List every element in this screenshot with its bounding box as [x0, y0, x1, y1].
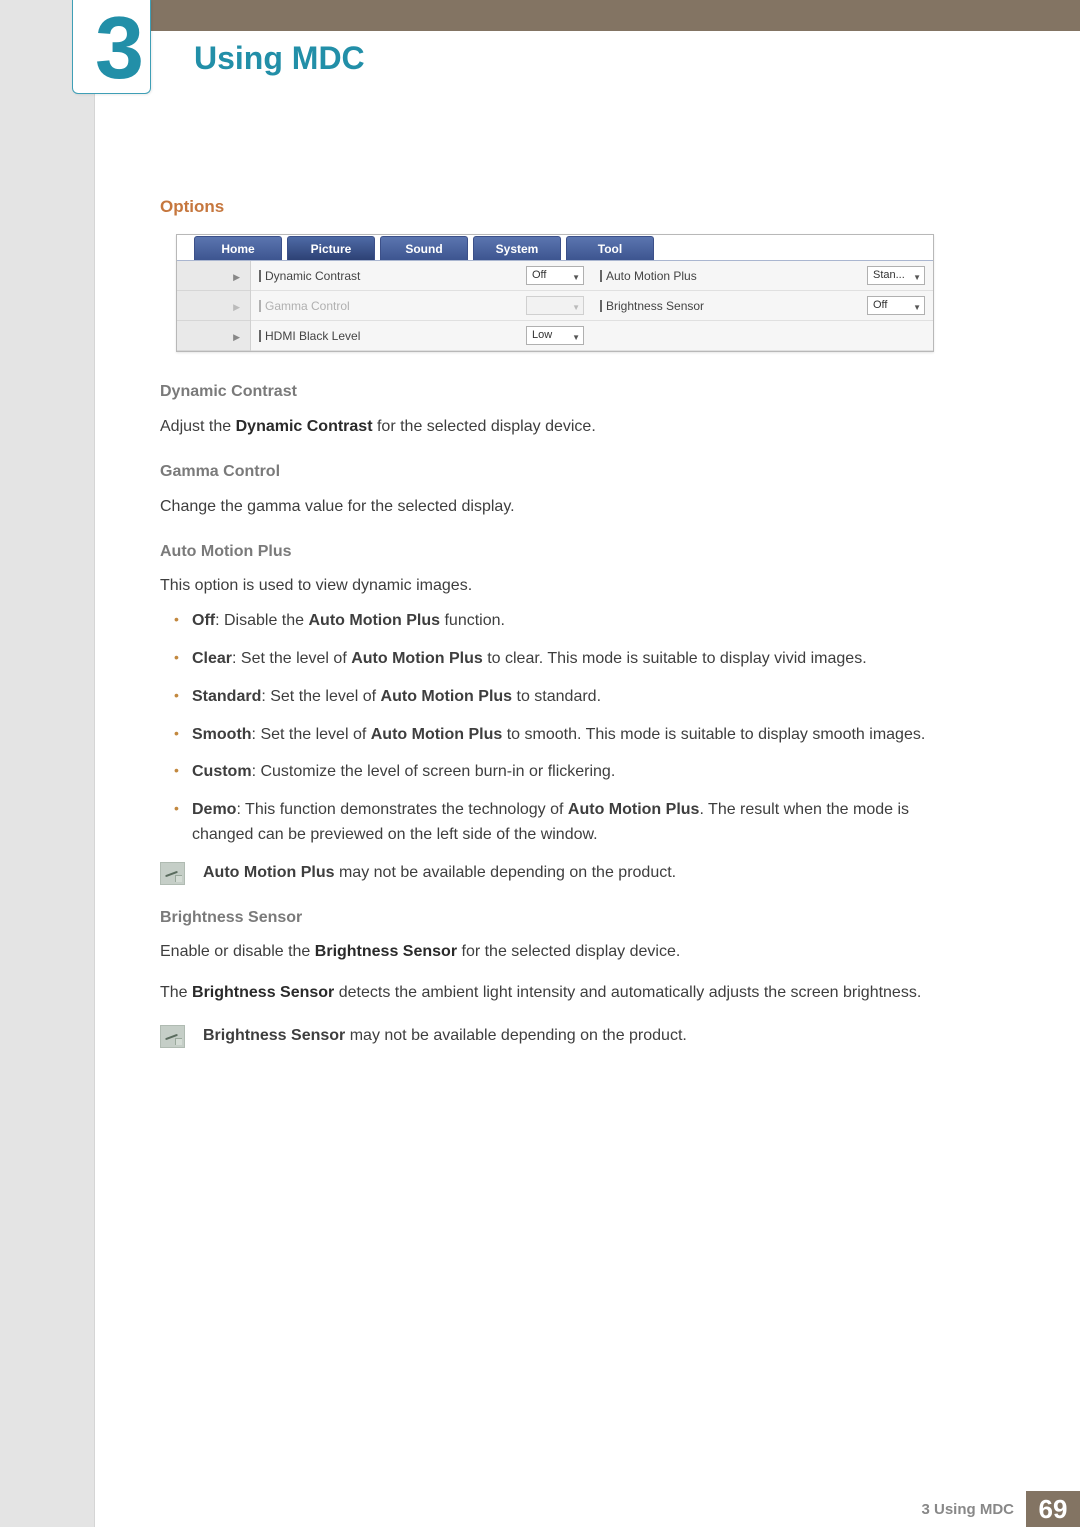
amp-item-standard: Standard: Set the level of Auto Motion P… [192, 685, 950, 710]
tab-tool[interactable]: Tool [566, 236, 654, 260]
sidebar-row-1[interactable]: ▶ [177, 261, 250, 291]
chevron-right-icon: ▶ [233, 301, 240, 315]
tab-picture[interactable]: Picture [287, 236, 375, 260]
window-sidebar: ▶ ▶ ▶ [177, 261, 251, 351]
field-empty [592, 321, 933, 351]
text-gamma-control: Change the gamma value for the selected … [160, 495, 950, 520]
select-gamma-control[interactable] [526, 296, 584, 315]
sidebar-row-3[interactable]: ▶ [177, 321, 250, 351]
heading-gamma-control: Gamma Control [160, 460, 950, 485]
amp-item-clear: Clear: Set the level of Auto Motion Plus… [192, 647, 950, 672]
amp-item-custom: Custom: Customize the level of screen bu… [192, 760, 950, 785]
select-hdmi-black-level[interactable]: Low [526, 326, 584, 345]
content-area: Options Home Picture Sound System Tool ▶… [160, 194, 950, 1053]
tab-home[interactable]: Home [194, 236, 282, 260]
page-footer: 3 Using MDC 69 [921, 1491, 1080, 1527]
note-bs: Brightness Sensor may not be available d… [160, 1024, 950, 1049]
footer-page-number: 69 [1026, 1491, 1080, 1527]
field-hdmi-black-level: HDMI Black Level Low [251, 321, 592, 351]
tab-sound[interactable]: Sound [380, 236, 468, 260]
section-heading-options: Options [160, 194, 950, 220]
fields-grid: Dynamic Contrast Off Auto Motion Plus St… [251, 261, 933, 351]
note-icon [160, 1025, 185, 1048]
chapter-number: 3 [95, 4, 144, 92]
tab-bar: Home Picture Sound System Tool [177, 235, 933, 260]
note-icon [160, 862, 185, 885]
chevron-right-icon: ▶ [233, 331, 240, 345]
field-gamma-control: Gamma Control [251, 291, 592, 321]
label-brightness-sensor: Brightness Sensor [600, 300, 867, 312]
text-bs-1: Enable or disable the Brightness Sensor … [160, 940, 950, 965]
field-brightness-sensor: Brightness Sensor Off [592, 291, 933, 321]
label-auto-motion-plus: Auto Motion Plus [600, 270, 867, 282]
field-auto-motion-plus: Auto Motion Plus Stan... [592, 261, 933, 291]
text-dynamic-contrast: Adjust the Dynamic Contrast for the sele… [160, 415, 950, 440]
amp-item-off: Off: Disable the Auto Motion Plus functi… [192, 609, 950, 634]
select-dynamic-contrast[interactable]: Off [526, 266, 584, 285]
amp-item-demo: Demo: This function demonstrates the tec… [192, 798, 950, 848]
label-gamma-control: Gamma Control [259, 300, 526, 312]
heading-brightness-sensor: Brightness Sensor [160, 906, 950, 931]
label-hdmi-black-level: HDMI Black Level [259, 330, 526, 342]
note-amp: Auto Motion Plus may not be available de… [160, 861, 950, 886]
select-brightness-sensor[interactable]: Off [867, 296, 925, 315]
chevron-right-icon: ▶ [233, 271, 240, 285]
amp-item-smooth: Smooth: Set the level of Auto Motion Plu… [192, 723, 950, 748]
heading-auto-motion-plus: Auto Motion Plus [160, 540, 950, 565]
heading-dynamic-contrast: Dynamic Contrast [160, 380, 950, 405]
amp-list: Off: Disable the Auto Motion Plus functi… [160, 609, 950, 848]
window-body: ▶ ▶ ▶ Dynamic Contrast Off Auto Motion P… [177, 260, 933, 351]
label-dynamic-contrast: Dynamic Contrast [259, 270, 526, 282]
header-brown-bar [94, 0, 1080, 31]
footer-chapter-label: 3 Using MDC [921, 1501, 1026, 1518]
sidebar-row-2[interactable]: ▶ [177, 291, 250, 321]
select-auto-motion-plus[interactable]: Stan... [867, 266, 925, 285]
field-dynamic-contrast: Dynamic Contrast Off [251, 261, 592, 291]
text-amp-intro: This option is used to view dynamic imag… [160, 574, 950, 599]
text-bs-2: The Brightness Sensor detects the ambien… [160, 981, 950, 1006]
chapter-title: Using MDC [194, 40, 365, 77]
mdc-window: Home Picture Sound System Tool ▶ ▶ ▶ Dyn… [176, 234, 934, 352]
tab-system[interactable]: System [473, 236, 561, 260]
